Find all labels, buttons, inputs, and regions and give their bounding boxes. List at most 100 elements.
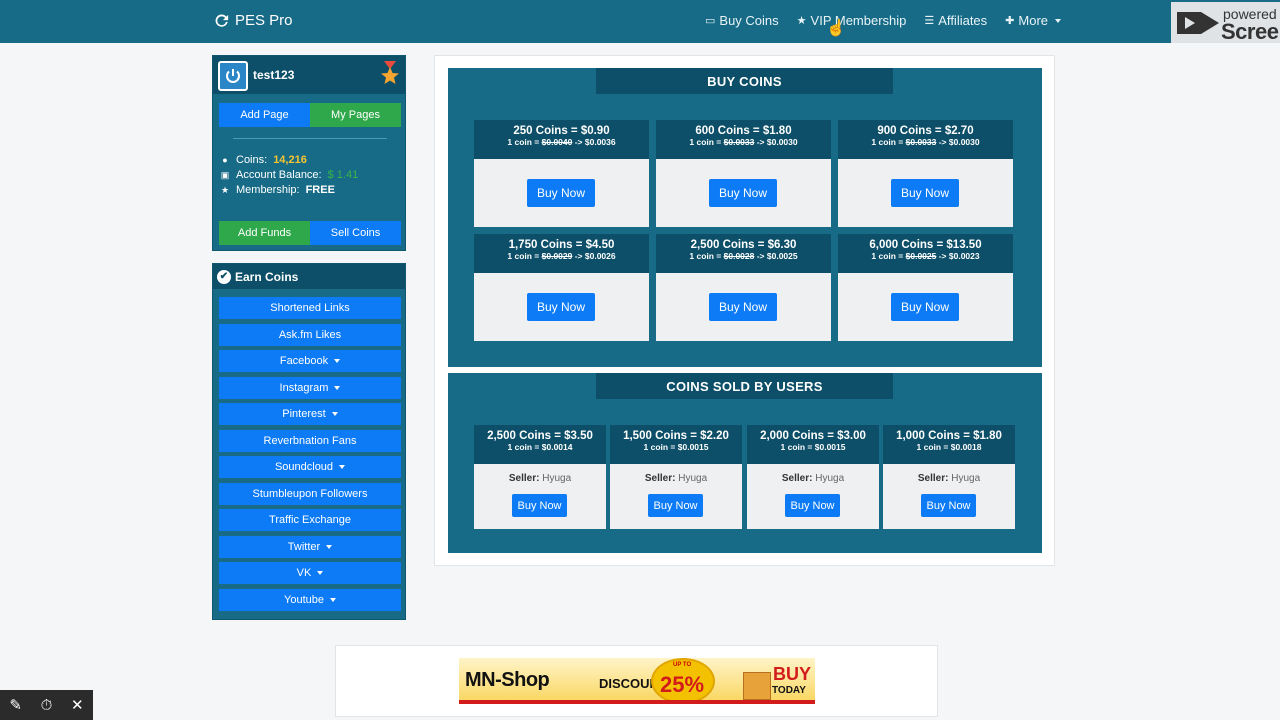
power-icon xyxy=(226,69,240,83)
coins-value: 14,216 xyxy=(273,154,307,166)
seller-label: Seller: xyxy=(917,473,949,484)
timer-icon[interactable]: ⏱ xyxy=(41,697,53,714)
user-panel: test123 Add Page My Pages ● Coins: 14,21… xyxy=(212,55,406,251)
buy-now-button[interactable]: Buy Now xyxy=(709,179,777,207)
buy-now-button[interactable]: Buy Now xyxy=(891,179,959,207)
earn-item[interactable]: Twitter xyxy=(219,535,401,558)
earn-item[interactable]: Traffic Exchange xyxy=(219,509,401,531)
nav-affiliates[interactable]: ☰ Affiliates xyxy=(924,13,987,28)
new-rate: -> $0.0023 xyxy=(936,251,980,261)
ad-product-image xyxy=(743,672,771,700)
membership-value: FREE xyxy=(305,184,335,196)
earn-item[interactable]: Pinterest xyxy=(219,403,401,425)
earn-item-label: Traffic Exchange xyxy=(269,514,351,526)
offer-title: 2,500 Coins = $3.50 xyxy=(487,430,593,442)
new-rate: -> $0.0030 xyxy=(936,137,980,147)
add-funds-button[interactable]: Add Funds xyxy=(219,221,310,245)
nav-links: ▭ Buy Coins ★ VIP Membership ☰ Affiliate… xyxy=(705,13,1062,28)
package-title: 600 Coins = $1.80 xyxy=(695,125,792,137)
caret-down-icon xyxy=(1055,18,1062,23)
seller-info: Seller: Hyuga xyxy=(747,473,879,484)
earn-item[interactable]: Reverbnation Fans xyxy=(219,429,401,452)
earn-item-label: Reverbnation Fans xyxy=(263,434,357,447)
ad-banner[interactable]: MN-Shop DISCOUNT UP TO 25% BUY TODAY xyxy=(459,658,815,704)
ad-container: MN-Shop DISCOUNT UP TO 25% BUY TODAY xyxy=(335,645,938,717)
buy-now-button[interactable]: Buy Now xyxy=(785,494,840,517)
close-icon[interactable]: ✕ xyxy=(71,696,84,714)
recorder-watermark: powered Scree xyxy=(1171,2,1280,43)
buy-now-button[interactable]: Buy Now xyxy=(527,293,595,321)
user-offer-card: 1,500 Coins = $2.20 1 coin = $0.0015 Selle… xyxy=(610,425,742,529)
earn-item[interactable]: Soundcloud xyxy=(219,456,401,478)
pencil-icon[interactable]: ✎ xyxy=(9,696,22,714)
ad-stripe xyxy=(459,700,815,704)
earn-item[interactable]: Ask.fm Likes xyxy=(219,323,401,346)
seller-name[interactable]: Hyuga xyxy=(678,473,707,484)
buy-now-button[interactable]: Buy Now xyxy=(512,494,567,517)
check-circle-icon: ✔ xyxy=(217,269,231,284)
seller-name[interactable]: Hyuga xyxy=(951,473,980,484)
nav-more-dropdown[interactable]: ✚ More xyxy=(1005,13,1062,28)
package-rate: 1 coin = $0.0033 -> $0.0030 xyxy=(838,137,1013,147)
ad-upto: UP TO xyxy=(673,662,692,668)
user-panel-header: test123 xyxy=(213,56,405,94)
package-title: 2,500 Coins = $6.30 xyxy=(690,239,797,251)
old-rate: $0.0040 xyxy=(541,137,573,147)
nav-buy-coins[interactable]: ▭ Buy Coins xyxy=(705,13,779,28)
avatar[interactable] xyxy=(218,61,248,91)
rate-prefix: 1 coin = xyxy=(689,137,724,147)
earn-item[interactable]: Facebook xyxy=(219,350,401,372)
brand-name: PES Pro xyxy=(235,12,293,29)
username: test123 xyxy=(253,68,295,82)
nav-vip-membership[interactable]: ★ VIP Membership xyxy=(797,13,907,28)
offer-rate: 1 coin = $0.0014 xyxy=(507,442,573,452)
my-pages-button[interactable]: My Pages xyxy=(310,103,401,127)
buy-now-button[interactable]: Buy Now xyxy=(527,179,595,207)
old-rate: $0.0033 xyxy=(905,137,937,147)
buy-now-button[interactable]: Buy Now xyxy=(921,494,976,517)
seller-info: Seller: Hyuga xyxy=(610,473,742,484)
earn-item-label: Facebook xyxy=(279,355,329,367)
earn-item[interactable]: Stumbleupon Followers xyxy=(219,482,401,505)
buy-coins-section: BUY COINS 250 Coins = $0.90 1 coin = $0.0… xyxy=(448,68,1042,367)
package-rate: 1 coin = $0.0029 -> $0.0026 xyxy=(474,251,649,261)
add-page-button[interactable]: Add Page xyxy=(219,103,310,127)
old-rate: $0.0028 xyxy=(723,251,755,261)
seller-info: Seller: Hyuga xyxy=(474,473,606,484)
old-rate: $0.0025 xyxy=(905,251,937,261)
coin-package-card: 1,750 Coins = $4.50 1 coin = $0.0029 -> $… xyxy=(474,234,649,341)
rate-prefix: 1 coin = xyxy=(507,251,542,261)
membership-stat: ★ Membership: FREE xyxy=(220,183,358,198)
nav-link-label: Buy Coins xyxy=(719,13,779,28)
rate-prefix: 1 coin = xyxy=(689,251,724,261)
package-title: 6,000 Coins = $13.50 xyxy=(869,239,982,251)
seller-name[interactable]: Hyuga xyxy=(815,473,844,484)
offer-header: 1,000 Coins = $1.80 1 coin = $0.0018 xyxy=(883,425,1015,464)
caret-down-icon xyxy=(329,597,336,602)
account-stats: ● Coins: 14,216 ▣ Account Balance: $ 1.4… xyxy=(220,153,358,198)
earn-item[interactable]: Shortened Links xyxy=(219,297,401,319)
package-header: 600 Coins = $1.80 1 coin = $0.0033 -> $0.… xyxy=(656,120,831,159)
star-icon: ★ xyxy=(796,15,807,27)
offer-header: 2,000 Coins = $3.00 1 coin = $0.0015 xyxy=(747,425,879,464)
buy-now-button[interactable]: Buy Now xyxy=(648,494,703,517)
caret-down-icon xyxy=(334,385,341,390)
earn-item[interactable]: Instagram xyxy=(219,376,401,399)
buy-now-button[interactable]: Buy Now xyxy=(709,293,777,321)
money-icon: ▣ xyxy=(220,170,230,180)
seller-name[interactable]: Hyuga xyxy=(542,473,571,484)
earn-item[interactable]: VK xyxy=(219,562,401,584)
recorder-toolbox: ✎ ⏱ ✕ xyxy=(0,690,93,720)
earn-coins-title: Earn Coins xyxy=(235,269,299,284)
coins-label: Coins: xyxy=(236,154,268,166)
package-header: 1,750 Coins = $4.50 1 coin = $0.0029 -> $… xyxy=(474,234,649,273)
earn-coins-panel: ✔ Earn Coins Shortened Links Ask.fm Likes… xyxy=(212,263,406,620)
offer-rate: 1 coin = $0.0015 xyxy=(643,442,709,452)
top-navbar: PES Pro ▭ Buy Coins ★ VIP Membership ☰ A… xyxy=(0,0,1280,43)
earn-item-label: Instagram xyxy=(279,381,329,394)
sell-coins-button[interactable]: Sell Coins xyxy=(310,221,401,245)
buy-now-button[interactable]: Buy Now xyxy=(891,293,959,321)
package-title: 250 Coins = $0.90 xyxy=(513,125,610,137)
earn-item[interactable]: Youtube xyxy=(219,588,401,611)
brand[interactable]: PES Pro xyxy=(215,12,293,29)
